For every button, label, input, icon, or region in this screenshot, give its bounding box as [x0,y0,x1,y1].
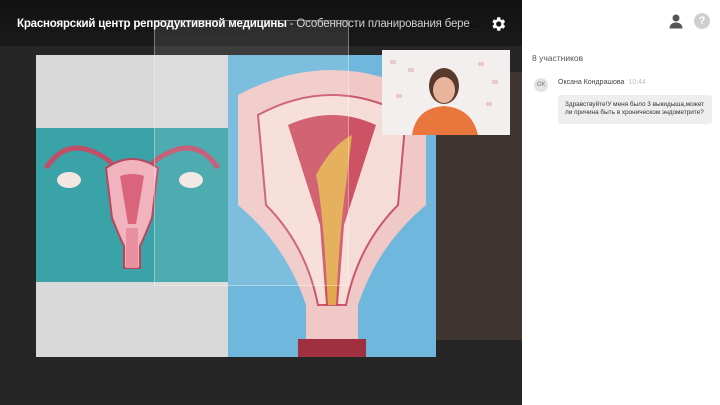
message-author: Оксана Кондрашова [558,79,625,86]
message-bubble: Здравствуйте!У меня было 3 выкидыша,може… [558,95,712,124]
speaker-webcam [382,50,510,135]
avatar: ОК [534,78,548,92]
gear-icon[interactable] [489,15,507,33]
message-time: 10:44 [628,79,646,86]
panel-header: ? [522,0,720,44]
user-icon[interactable] [668,13,684,29]
speaker-video-frame [382,50,510,135]
slide-overlay-frame [154,20,349,286]
video-player[interactable]: Красноярский центр репродуктивной медици… [0,0,522,405]
help-icon[interactable]: ? [694,13,710,29]
chat-panel: ? 8 участников ОК Оксана Кондрашова 10:44… [522,0,720,405]
message-header: Оксана Кондрашова 10:44 [558,79,646,86]
participants-count[interactable]: 8 участников [532,53,583,63]
